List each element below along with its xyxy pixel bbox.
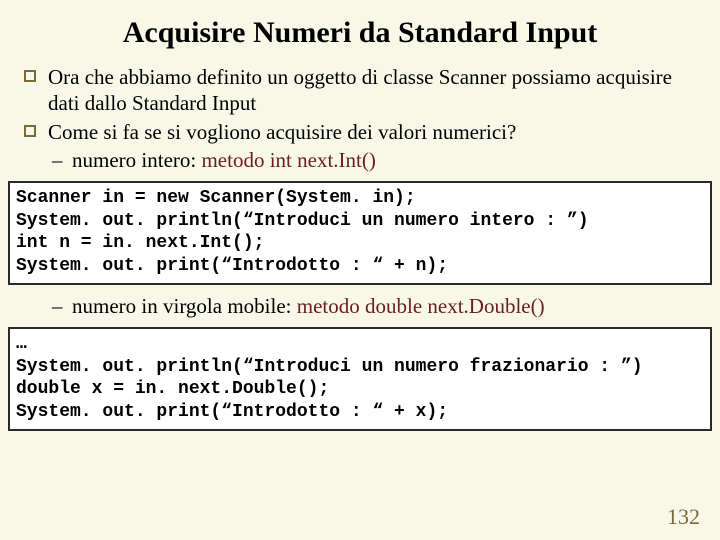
code-block-1: Scanner in = new Scanner(System. in); Sy… xyxy=(8,181,712,285)
page-number: 132 xyxy=(667,504,700,530)
subbullet-2: numero in virgola mobile: metodo double … xyxy=(20,293,700,319)
subbullet-2-highlight: metodo double next.Double() xyxy=(297,294,545,318)
bullet-1: Ora che abbiamo definito un oggetto di c… xyxy=(20,64,700,117)
bullet-list: Ora che abbiamo definito un oggetto di c… xyxy=(20,64,700,173)
bullet-2-text: Come si fa se si vogliono acquisire dei … xyxy=(48,120,516,144)
subbullet-2-text: numero in virgola mobile: xyxy=(72,294,297,318)
subbullet-1-highlight: metodo int next.Int() xyxy=(201,148,375,172)
square-bullet-icon xyxy=(24,125,36,137)
subbullet-1: numero intero: metodo int next.Int() xyxy=(20,147,700,173)
square-bullet-icon xyxy=(24,70,36,82)
page-title: Acquisire Numeri da Standard Input xyxy=(20,16,700,50)
bullet-1-text: Ora che abbiamo definito un oggetto di c… xyxy=(48,65,672,115)
subbullet-1-text: numero intero: xyxy=(72,148,201,172)
code-block-2: … System. out. println(“Introduci un num… xyxy=(8,327,712,431)
bullet-list-2: numero in virgola mobile: metodo double … xyxy=(20,293,700,319)
bullet-2: Come si fa se si vogliono acquisire dei … xyxy=(20,119,700,145)
